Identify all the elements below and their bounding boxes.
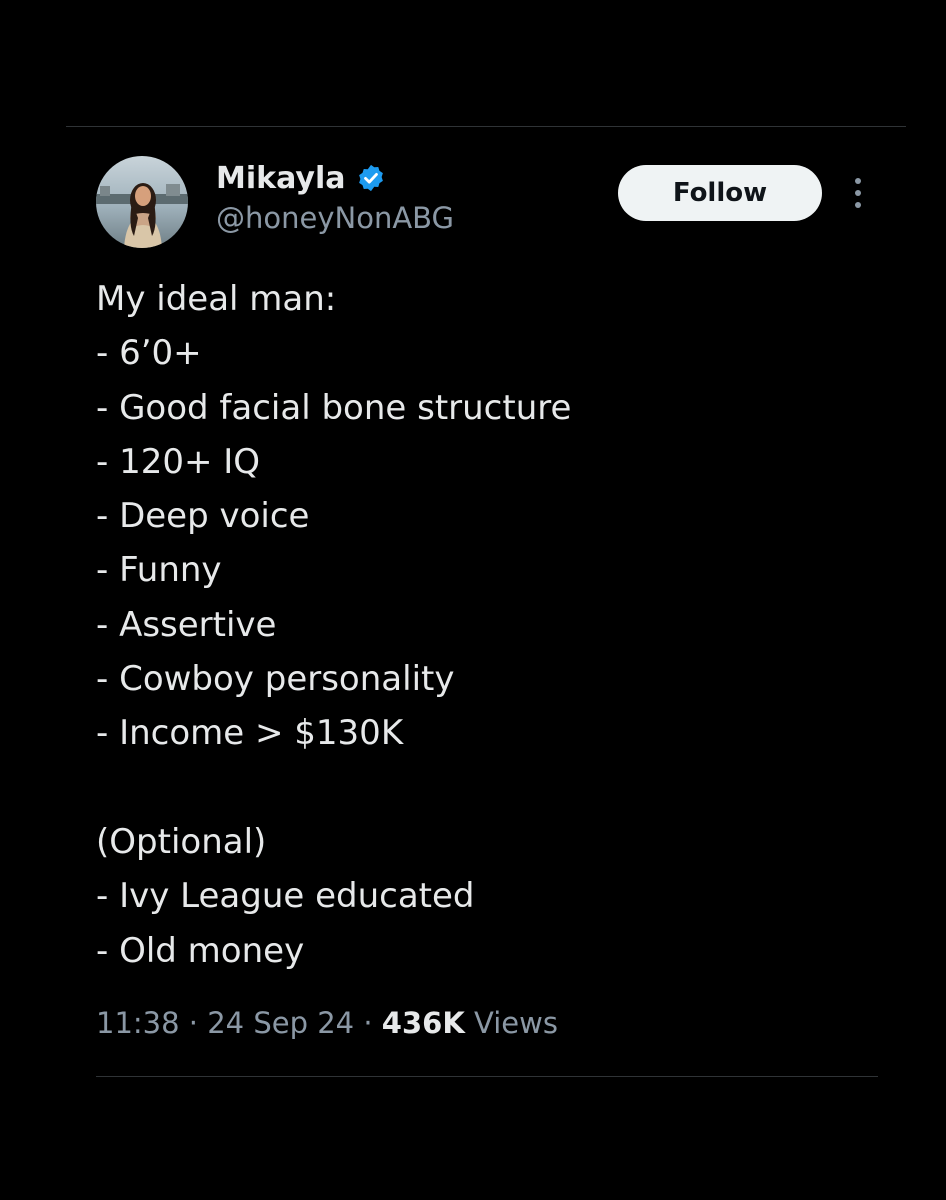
bottom-divider bbox=[96, 1076, 878, 1077]
meta-separator: · bbox=[363, 1006, 373, 1040]
tweet-meta: 11:38 · 24 Sep 24 · 436K Views bbox=[96, 1006, 558, 1040]
tweet-date[interactable]: 24 Sep 24 bbox=[207, 1006, 354, 1040]
author-name-row: Mikayla bbox=[216, 158, 386, 198]
tweet-line: - Deep voice bbox=[96, 496, 310, 537]
tweet-line: - Ivy League educated bbox=[96, 876, 475, 917]
author-name[interactable]: Mikayla bbox=[216, 161, 346, 196]
tweet-line: - Good facial bone structure bbox=[96, 387, 572, 428]
tweet-blank-line bbox=[96, 761, 886, 815]
tweet-line: - Funny bbox=[96, 550, 222, 591]
tweet-line: - Old money bbox=[96, 930, 305, 971]
verified-badge-icon bbox=[356, 163, 386, 193]
tweet-line: My ideal man: bbox=[96, 279, 337, 319]
tweet-line: - Assertive bbox=[96, 604, 277, 645]
author-handle[interactable]: @honeyNonABG bbox=[216, 201, 454, 235]
follow-button[interactable]: Follow bbox=[618, 165, 822, 221]
top-divider bbox=[66, 126, 906, 127]
tweet-time[interactable]: 11:38 bbox=[96, 1006, 180, 1040]
avatar[interactable] bbox=[96, 156, 188, 248]
more-options-icon[interactable] bbox=[846, 176, 870, 210]
tweet-line: - 6’0+ bbox=[96, 333, 202, 374]
views-label[interactable]: Views bbox=[474, 1006, 558, 1040]
tweet-line: - 120+ IQ bbox=[96, 441, 261, 482]
views-count[interactable]: 436K bbox=[382, 1006, 465, 1040]
avatar-image bbox=[96, 156, 188, 248]
tweet-line: - Cowboy personality bbox=[96, 659, 455, 700]
tweet-line: - Income > $130K bbox=[96, 713, 404, 754]
meta-separator: · bbox=[188, 1006, 199, 1040]
tweet-line: (Optional) bbox=[96, 821, 267, 862]
tweet-text: My ideal man: - 6’0+ - Good facial bone … bbox=[96, 272, 886, 978]
